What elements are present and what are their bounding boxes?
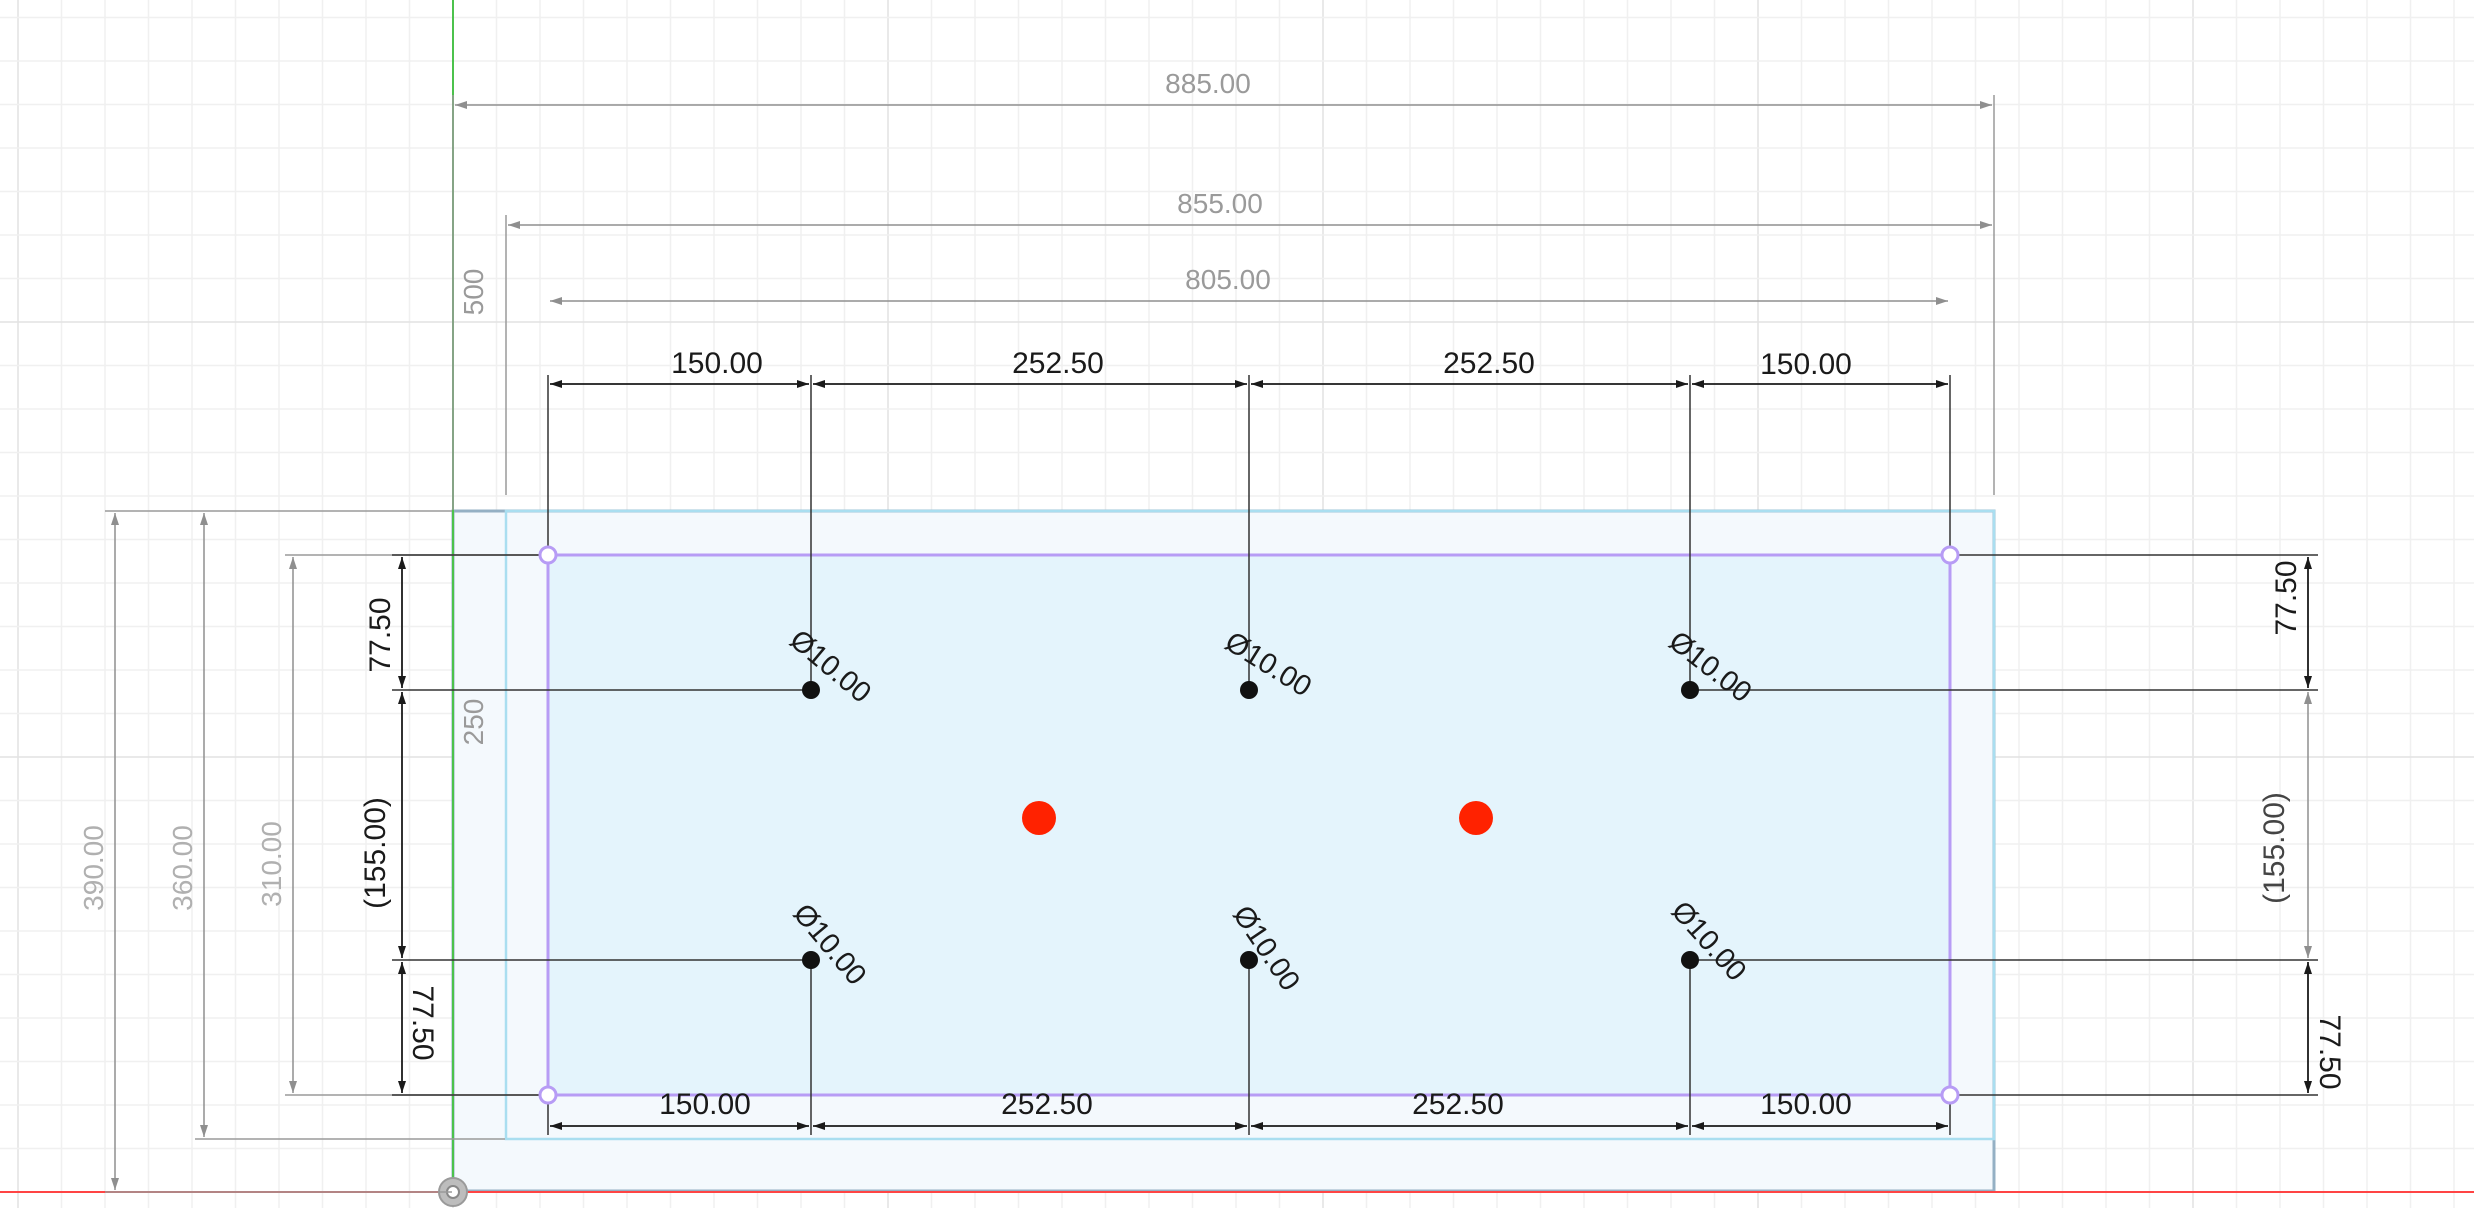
right-155-label: (155.00) — [2258, 792, 2291, 904]
left-155-label: (155.00) — [359, 797, 392, 909]
top-150-left-label: 150.00 — [671, 347, 763, 380]
sketch-canvas[interactable]: 885.00 855.00 805.00 500 250 390.00 360.… — [0, 0, 2474, 1208]
bottom-252-left-label: 252.50 — [1001, 1088, 1093, 1121]
left-77-top-label: 77.50 — [364, 597, 397, 672]
right-77-top-label: 77.50 — [2270, 560, 2303, 635]
corner-point-top-right[interactable] — [1940, 545, 1960, 565]
height-360-label: 360.00 — [167, 825, 198, 911]
top-252-left-label: 252.50 — [1012, 347, 1104, 380]
top-252-right-label: 252.50 — [1443, 347, 1535, 380]
right-77-bottom-label: 77.50 — [2313, 1014, 2346, 1089]
label-250[interactable]: 250 — [458, 699, 489, 746]
label-500[interactable]: 500 — [458, 269, 489, 316]
bottom-252-right-label: 252.50 — [1412, 1088, 1504, 1121]
width-805-label: 805.00 — [1185, 264, 1271, 295]
corner-point-top-left[interactable] — [538, 545, 558, 565]
bottom-150-left-label: 150.00 — [659, 1088, 751, 1121]
left-77-bottom-label: 77.50 — [406, 985, 439, 1060]
width-855-label: 855.00 — [1177, 188, 1263, 219]
corner-point-bottom-right[interactable] — [1940, 1085, 1960, 1105]
height-310-label: 310.00 — [256, 821, 287, 907]
corner-point-bottom-left[interactable] — [538, 1085, 558, 1105]
width-dimension-805[interactable]: 805.00 — [550, 264, 1948, 305]
top-150-right-label: 150.00 — [1760, 348, 1852, 381]
height-390-label: 390.00 — [78, 825, 109, 911]
width-885-label: 885.00 — [1165, 68, 1251, 99]
sketch-point-red-right[interactable] — [1459, 801, 1493, 835]
sketch-point-red-left[interactable] — [1022, 801, 1056, 835]
bottom-150-right-label: 150.00 — [1760, 1088, 1852, 1121]
